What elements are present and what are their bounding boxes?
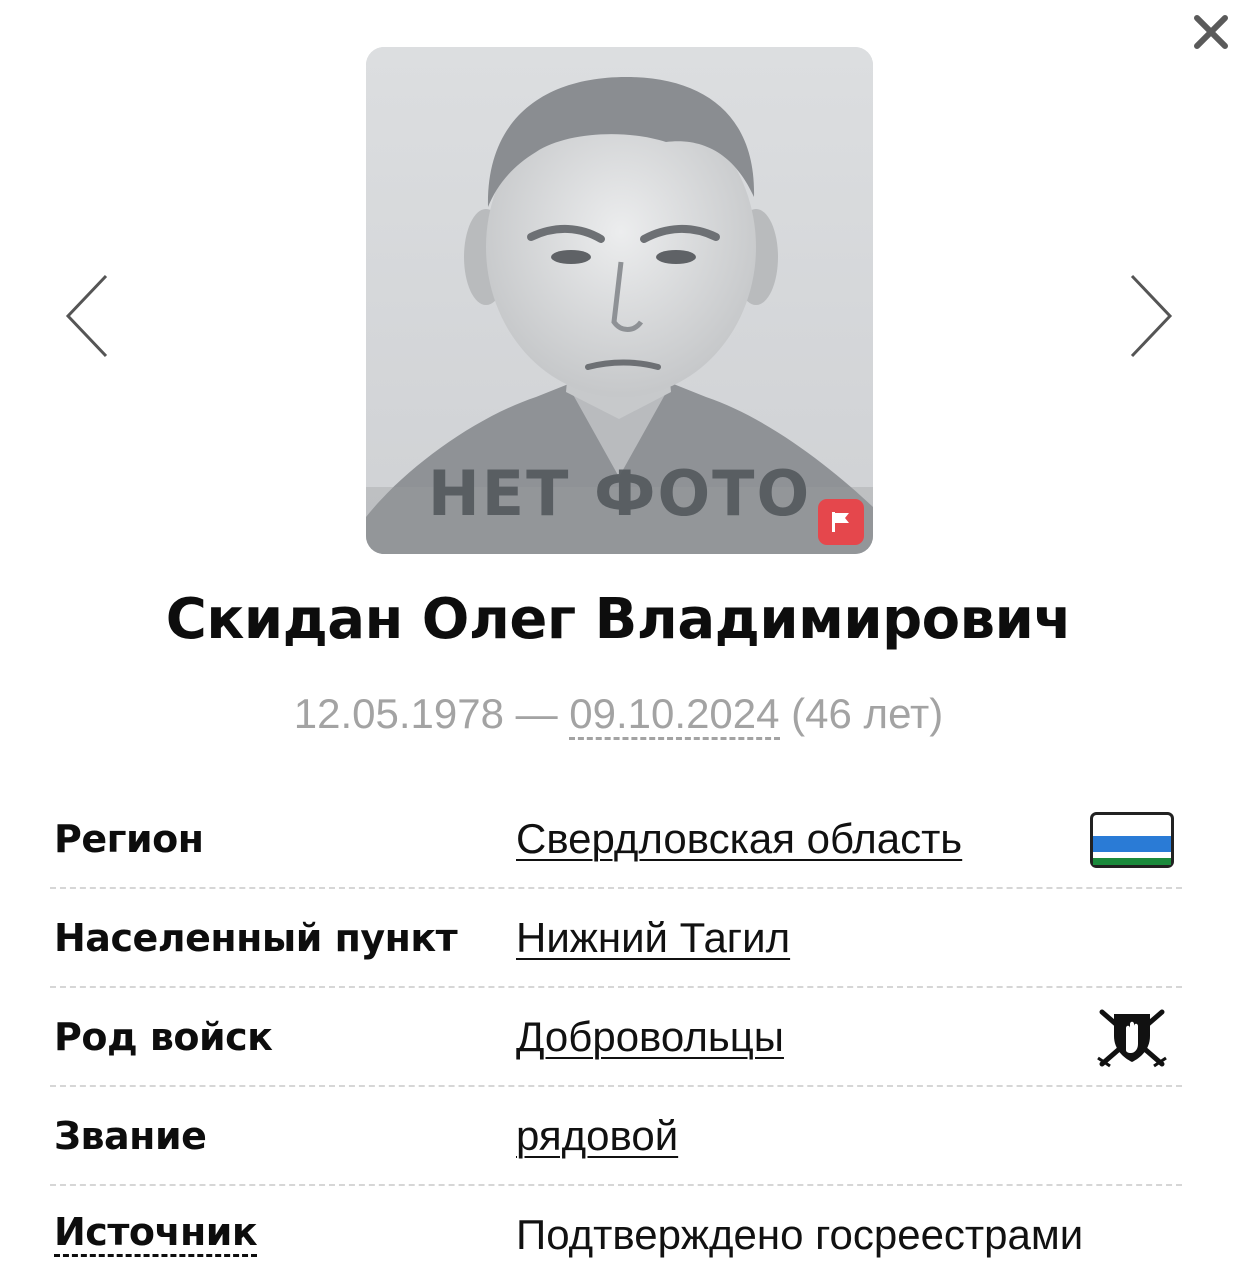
info-row-rank: Звание рядовой (50, 1087, 1182, 1186)
close-icon (1189, 10, 1233, 54)
flag-icon (818, 510, 864, 534)
info-row-region: Регион Свердловская область (50, 790, 1182, 889)
person-name: Скидан Олег Владимирович (165, 587, 1072, 652)
rank-label: Звание (54, 1114, 207, 1158)
locality-label: Населенный пункт (54, 916, 458, 960)
life-dates: 12.05.1978 — 09.10.2024 (46 лет) (0, 688, 1237, 740)
report-button[interactable] (818, 499, 864, 545)
close-button[interactable] (1189, 10, 1233, 54)
rank-link[interactable]: рядовой (516, 1111, 678, 1161)
troops-link[interactable]: Добровольцы (516, 1012, 784, 1062)
no-photo-label: НЕТ ФОТО (427, 457, 812, 530)
previous-button[interactable] (60, 270, 112, 362)
next-button[interactable] (1126, 270, 1178, 362)
source-value: Подтверждено госреестрами (516, 1211, 1084, 1258)
volunteer-shield-icon (1096, 1006, 1168, 1068)
info-table: Регион Свердловская область Населенный п… (50, 790, 1182, 1283)
birth-date: 12.05.1978 (293, 690, 504, 737)
info-row-source: Источник Подтверждено госреестрами (50, 1186, 1182, 1283)
sverdlovsk-flag-icon (1090, 812, 1174, 868)
locality-link[interactable]: Нижний Тагил (516, 913, 790, 963)
troops-label: Род войск (54, 1015, 273, 1059)
death-date[interactable]: 09.10.2024 (569, 690, 780, 740)
chevron-left-icon (60, 270, 112, 362)
info-row-troops: Род войск Добровольцы (50, 988, 1182, 1087)
source-label[interactable]: Источник (54, 1210, 258, 1257)
age: (46 лет) (779, 690, 944, 737)
chevron-right-icon (1126, 270, 1178, 362)
info-row-locality: Населенный пункт Нижний Тагил (50, 889, 1182, 988)
date-separator: — (503, 690, 570, 737)
region-link[interactable]: Свердловская область (516, 814, 962, 864)
photo-placeholder: НЕТ ФОТО (366, 47, 873, 554)
region-label: Регион (54, 817, 204, 861)
